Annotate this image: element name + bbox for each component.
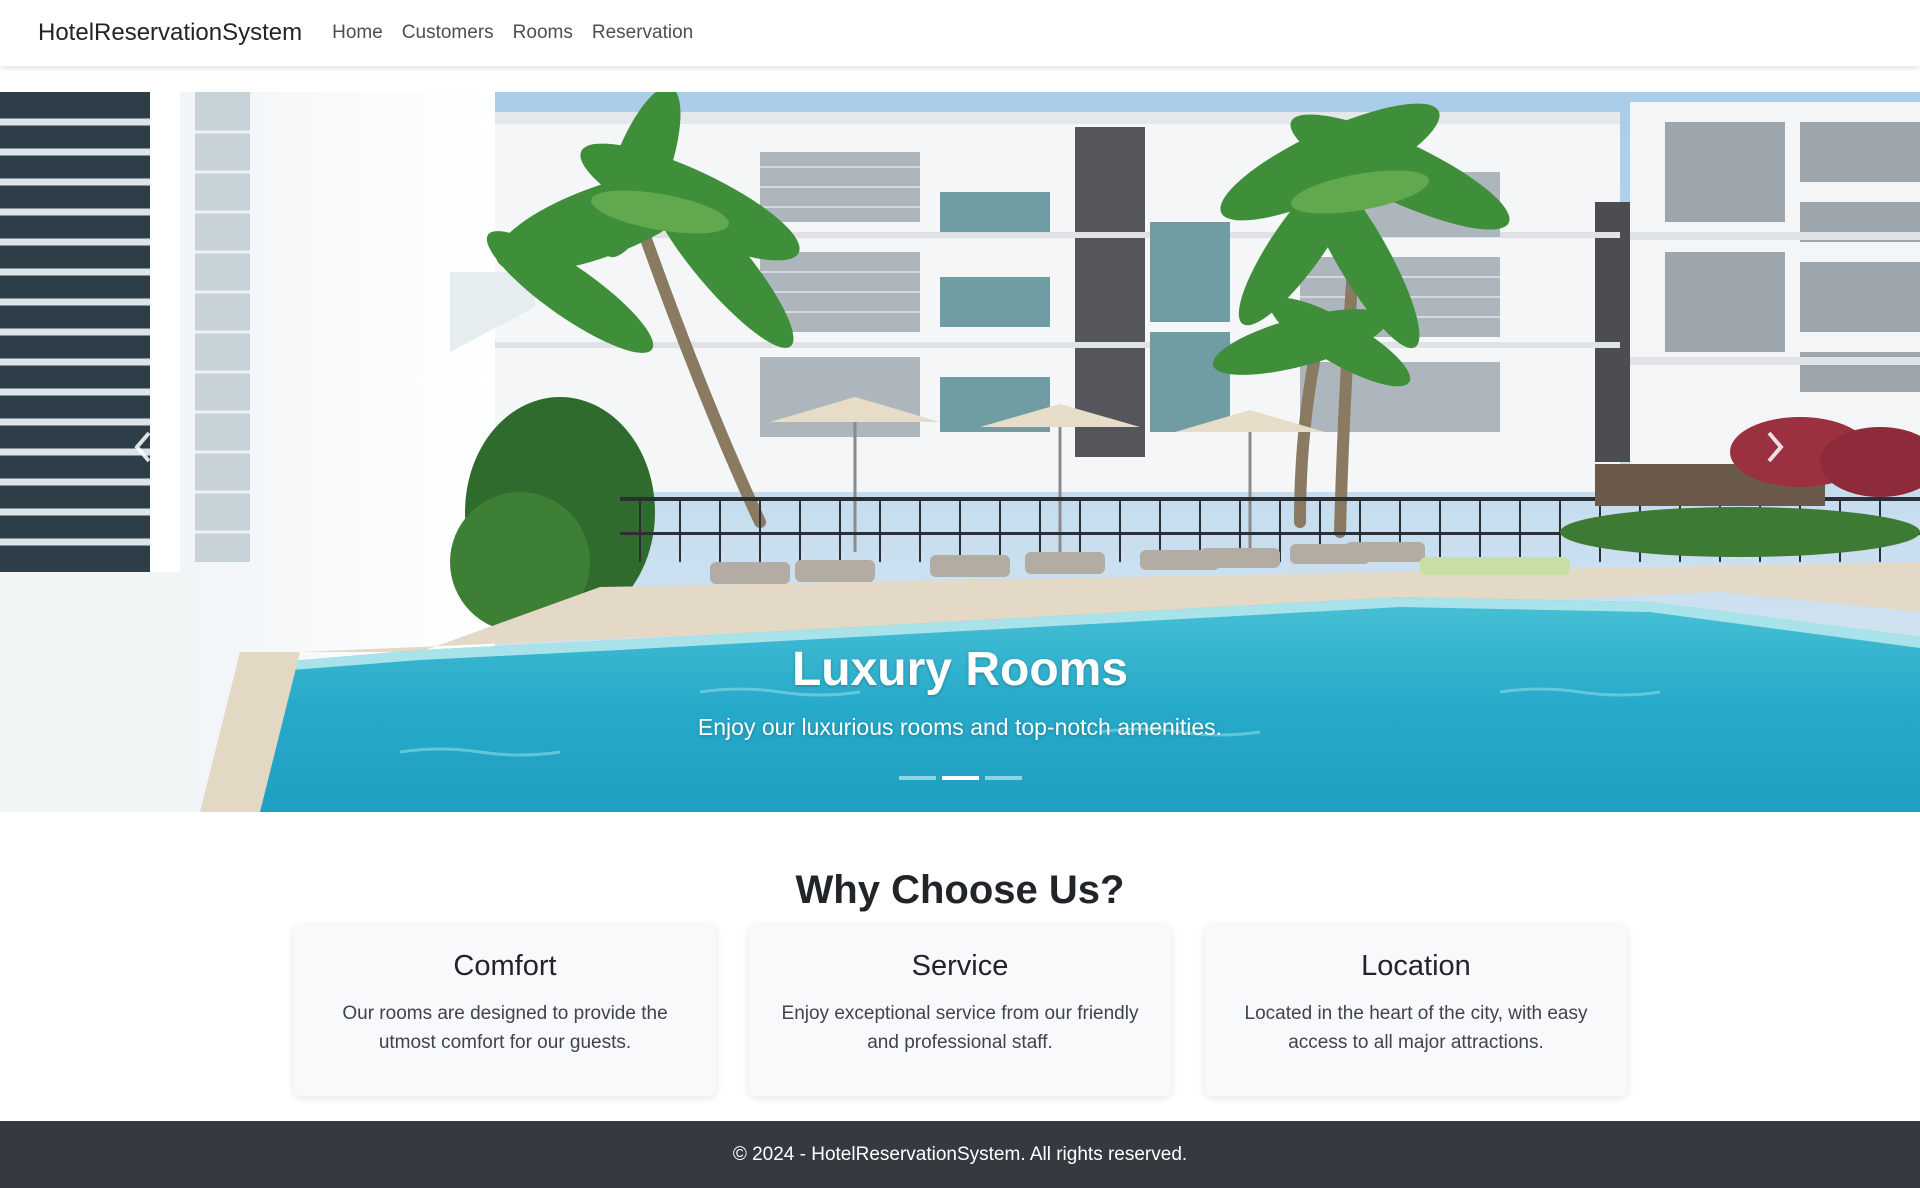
feature-card-title: Comfort [453, 950, 557, 982]
carousel-indicator-3[interactable] [984, 776, 1022, 780]
carousel-indicator-2[interactable] [941, 776, 979, 780]
carousel-indicators [0, 776, 1920, 780]
carousel-caption-subtitle: Enjoy our luxurious rooms and top-notch … [697, 714, 1223, 740]
hotel-pool-image [0, 92, 1920, 812]
chevron-right-icon [1767, 431, 1784, 463]
nav-link-reservation[interactable]: Reservation [592, 22, 693, 44]
navbar: HotelReservationSystem Home Customers Ro… [0, 0, 1920, 66]
footer: © 2024 - HotelReservationSystem. All rig… [0, 1121, 1920, 1188]
carousel-next-button[interactable] [1740, 412, 1810, 482]
feature-card-text: Located in the heart of the city, with e… [1244, 1003, 1588, 1053]
nav-link-home[interactable]: Home [332, 22, 383, 44]
footer-copyright: © 2024 - HotelReservationSystem. All rig… [732, 1143, 1188, 1165]
chevron-left-icon [134, 431, 151, 463]
carousel-caption-title: Luxury Rooms [791, 643, 1129, 696]
carousel-indicator-1[interactable] [898, 776, 936, 780]
feature-card-title: Location [1361, 950, 1471, 982]
feature-card-text: Our rooms are designed to provide the ut… [342, 1003, 668, 1053]
feature-card-title: Service [911, 950, 1009, 982]
navbar-brand[interactable]: HotelReservationSystem [38, 19, 302, 47]
nav-link-customers[interactable]: Customers [402, 22, 494, 44]
feature-card-text: Enjoy exceptional service from our frien… [781, 1003, 1139, 1053]
nav-link-rooms[interactable]: Rooms [513, 22, 573, 44]
hero-carousel: Luxury Rooms Enjoy our luxurious rooms a… [0, 92, 1920, 812]
feature-card-location: Location Located in the heart of the cit… [1205, 924, 1627, 1096]
section-heading: Why Choose Us? [795, 868, 1125, 912]
feature-card-service: Service Enjoy exceptional service from o… [749, 924, 1171, 1096]
feature-card-comfort: Comfort Our rooms are designed to provid… [294, 924, 716, 1096]
carousel-prev-button[interactable] [108, 412, 178, 482]
